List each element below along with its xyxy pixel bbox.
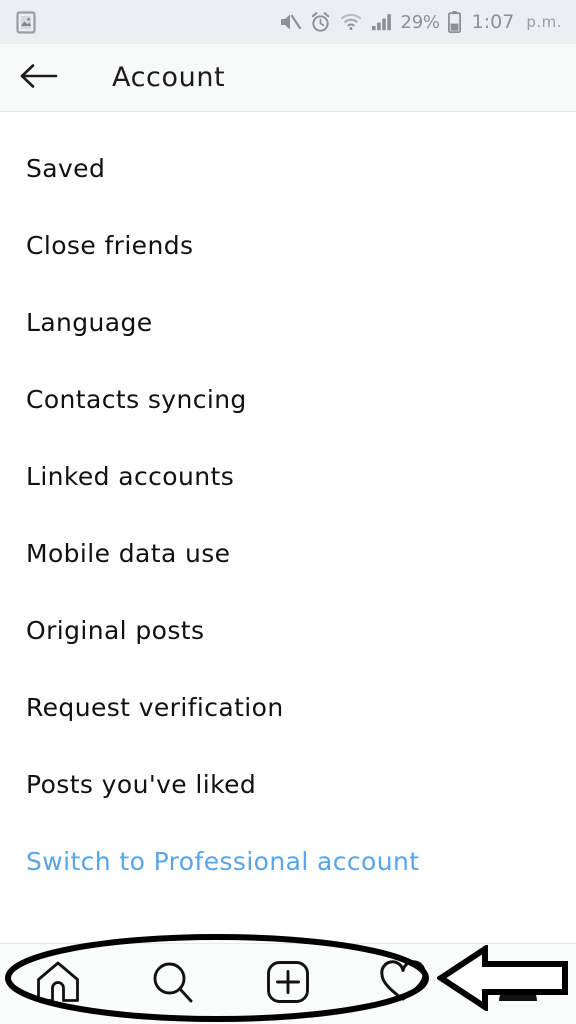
status-bar-right: 29% 1:07 p.m.	[279, 11, 562, 33]
list-item-mobile-data-use[interactable]: Mobile data use	[0, 515, 576, 592]
list-item-saved[interactable]: Saved	[0, 130, 576, 207]
list-item-label: Switch to Professional account	[26, 847, 420, 876]
nav-item-activity[interactable]	[346, 944, 461, 1024]
list-item-close-friends[interactable]: Close friends	[0, 207, 576, 284]
phone-screen: 29% 1:07 p.m. Account Saved Close friend…	[0, 0, 576, 1024]
back-button[interactable]	[16, 55, 62, 101]
image-notification-icon	[16, 10, 36, 34]
volume-muted-icon	[279, 12, 301, 32]
status-bar: 29% 1:07 p.m.	[0, 0, 576, 44]
nav-item-create[interactable]	[230, 944, 345, 1024]
status-bar-left	[16, 10, 36, 34]
clock-time: 1:07	[471, 11, 515, 33]
heart-icon	[379, 960, 427, 1008]
list-item-label: Original posts	[26, 616, 205, 645]
clock-period: p.m.	[526, 13, 562, 31]
list-item-label: Contacts syncing	[26, 385, 247, 414]
nav-item-search[interactable]	[115, 944, 230, 1024]
nav-item-home[interactable]	[0, 944, 115, 1024]
nav-item-profile[interactable]	[461, 944, 576, 1024]
list-item-contacts-syncing[interactable]: Contacts syncing	[0, 361, 576, 438]
alarm-clock-icon	[310, 11, 331, 33]
list-item-label: Language	[26, 308, 153, 337]
settings-list: Saved Close friends Language Contacts sy…	[0, 112, 576, 1022]
list-item-linked-accounts[interactable]: Linked accounts	[0, 438, 576, 515]
list-item-language[interactable]: Language	[0, 284, 576, 361]
list-item-label: Close friends	[26, 231, 194, 260]
home-icon	[35, 960, 81, 1008]
plus-square-icon	[266, 960, 310, 1008]
list-item-label: Linked accounts	[26, 462, 235, 491]
cellular-signal-icon	[371, 13, 392, 31]
list-item-label: Mobile data use	[26, 539, 231, 568]
list-item-label: Request verification	[26, 693, 284, 722]
back-arrow-icon	[19, 63, 59, 93]
list-item-label: Posts you've liked	[26, 770, 257, 799]
wifi-icon	[340, 13, 362, 31]
person-icon	[496, 960, 540, 1008]
list-item-switch-to-professional-account[interactable]: Switch to Professional account	[0, 823, 576, 900]
battery-percentage: 29%	[400, 11, 440, 33]
battery-icon	[447, 11, 461, 33]
list-item-label: Saved	[26, 154, 106, 183]
page-title: Account	[112, 62, 226, 93]
app-header: Account	[0, 44, 576, 112]
bottom-navigation-bar	[0, 943, 576, 1024]
search-icon	[150, 959, 196, 1009]
list-item-posts-youve-liked[interactable]: Posts you've liked	[0, 746, 576, 823]
list-item-request-verification[interactable]: Request verification	[0, 669, 576, 746]
list-item-original-posts[interactable]: Original posts	[0, 592, 576, 669]
